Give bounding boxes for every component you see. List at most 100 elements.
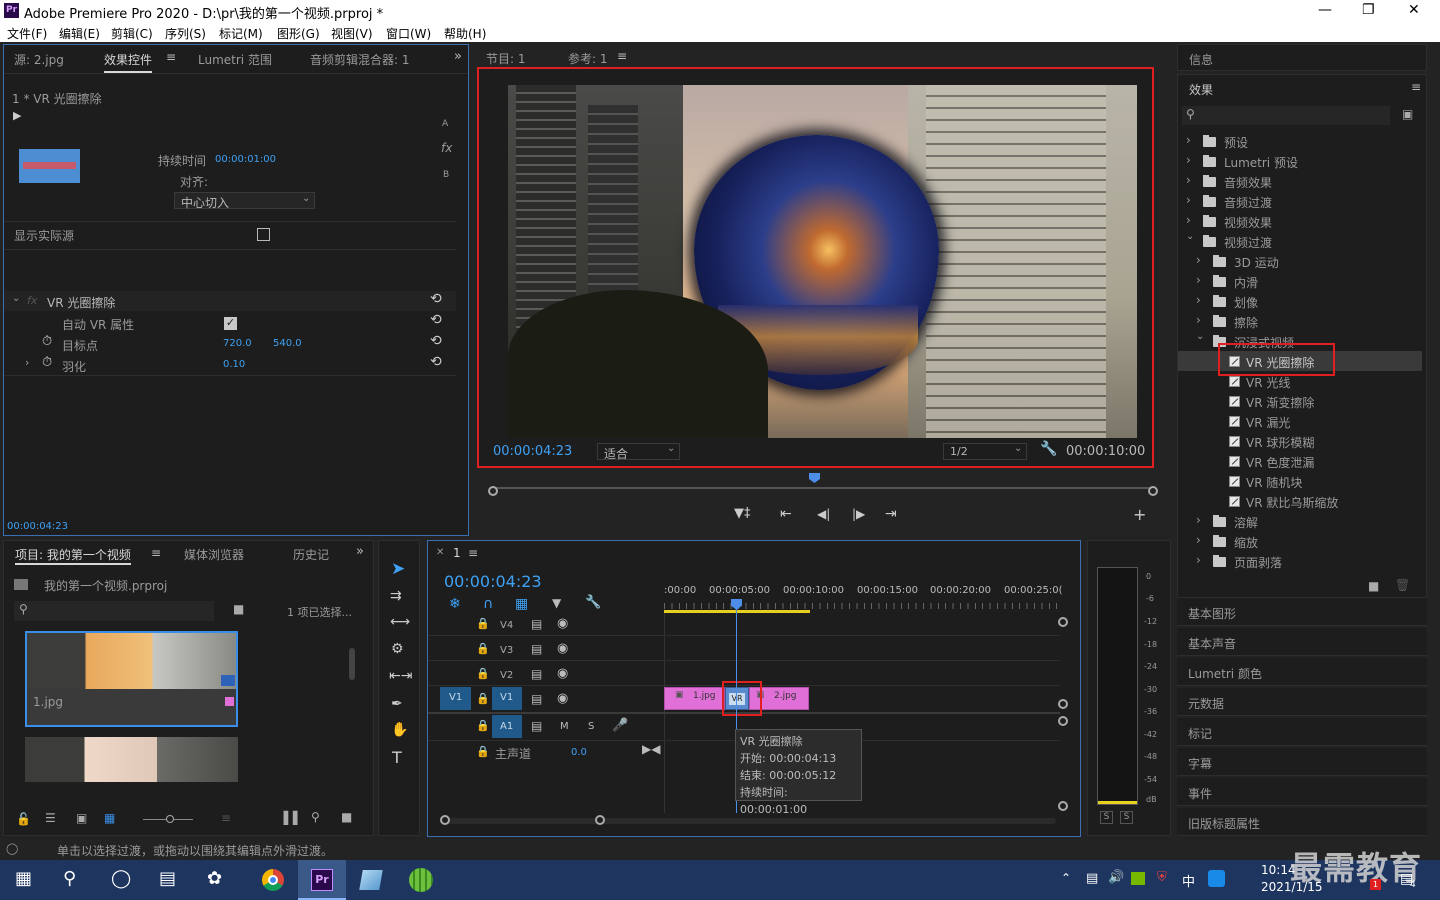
freeform-view-icon[interactable]: ▦ [104, 811, 115, 825]
effects-tree-item[interactable]: › 预设 [1178, 131, 1422, 151]
notepad-icon[interactable] [359, 870, 383, 890]
menu-help[interactable]: 帮助(H) [444, 25, 486, 42]
effects-tree-item[interactable]: › Lumetri 预设 [1178, 151, 1422, 171]
project-item-1[interactable]: 1.jpg [25, 631, 238, 727]
effects-tree-item[interactable]: VR 球形模糊 [1178, 431, 1422, 451]
sync-lock-icon[interactable]: ▤ [531, 642, 542, 656]
wrench-icon[interactable]: 🔧 [1040, 441, 1057, 457]
panel-section-tab[interactable]: 元数据 [1177, 688, 1427, 716]
accelerated-effects-icon[interactable]: ▣ [1402, 107, 1413, 121]
vertical-scroll-bottom[interactable] [1058, 699, 1068, 709]
solo-left-button[interactable]: S [1100, 811, 1113, 824]
tab-reference[interactable]: 参考: 1 [568, 50, 608, 67]
panel-menu-icon[interactable]: ≡ [1411, 80, 1421, 94]
project-item-2[interactable] [25, 737, 238, 782]
effects-tree-item[interactable]: ⌄ 视频过渡 [1178, 231, 1422, 251]
panel-section-tab[interactable]: 基本图形 [1177, 598, 1427, 626]
zoom-slider-handle[interactable] [166, 815, 174, 823]
sync-lock-icon[interactable]: ▤ [531, 692, 542, 706]
ime-indicator[interactable]: 中 [1182, 871, 1195, 890]
chevron-down-icon[interactable]: ⌄ [1186, 231, 1194, 242]
lock-icon[interactable]: 🔒 [476, 745, 490, 758]
sync-lock-icon[interactable]: ▤ [531, 617, 542, 631]
target-y-value[interactable]: 540.0 [273, 338, 302, 349]
tab-effect-controls[interactable]: 效果控件 [104, 51, 153, 73]
chevron-right-icon[interactable]: › [1196, 533, 1201, 547]
menu-graphics[interactable]: 图形(G) [277, 25, 320, 42]
minimize-button[interactable]: — [1318, 2, 1332, 18]
chevron-right-icon[interactable]: › [1196, 273, 1201, 287]
automate-icon[interactable]: ▐▐ [279, 811, 297, 825]
feather-value[interactable]: 0.10 [223, 359, 245, 370]
effects-tree-item[interactable]: VR 漏光 [1178, 411, 1422, 431]
add-marker-button[interactable]: ▼‡ [734, 506, 751, 521]
vertical-scroll-top[interactable] [1058, 617, 1068, 627]
security-icon[interactable]: ⛨ [1157, 870, 1167, 885]
reset-icon[interactable]: ⟲ [430, 354, 442, 370]
chevron-right-icon[interactable]: › [1196, 553, 1201, 567]
menu-marker[interactable]: 标记(M) [219, 25, 263, 42]
step-back-button[interactable]: ◀| [817, 507, 830, 521]
find-icon[interactable]: ⚲ [311, 810, 320, 824]
more-tabs-icon[interactable]: » [356, 544, 364, 559]
effects-tree-item[interactable]: › 溶解 [1178, 511, 1422, 531]
type-tool-icon[interactable]: T [392, 748, 402, 767]
premiere-taskbar-item[interactable]: Pr [298, 860, 346, 900]
lock-icon[interactable]: 🔓 [16, 812, 31, 826]
task-view-icon[interactable]: ▤ [159, 868, 176, 889]
sync-lock-icon[interactable]: ▤ [531, 719, 542, 733]
step-to-in-button[interactable]: ⇤ [780, 506, 792, 522]
eye-icon[interactable]: ◉ [557, 641, 568, 656]
panel-section-tab[interactable]: Lumetri 颜色 [1177, 658, 1427, 686]
effects-tree-item[interactable]: VR 默比乌斯缩放 [1178, 491, 1422, 511]
menu-window[interactable]: 窗口(W) [386, 25, 431, 42]
program-timecode[interactable]: 00:00:04:23 [493, 444, 572, 459]
add-marker-icon[interactable]: ▼ [552, 596, 561, 610]
reset-icon[interactable]: ⟲ [430, 312, 442, 328]
lock-icon[interactable]: 🔒 [476, 617, 490, 630]
solo-button[interactable]: S [588, 721, 594, 732]
chevron-right-icon[interactable]: › [1186, 153, 1191, 167]
pinwheel-app-icon[interactable]: ✿ [207, 868, 222, 889]
eye-icon[interactable]: ◉ [557, 616, 568, 631]
chevron-right-icon[interactable]: › [1196, 293, 1201, 307]
panel-section-tab[interactable]: 基本声音 [1177, 628, 1427, 656]
reset-icon[interactable]: ⟲ [430, 333, 442, 349]
show-actual-sources-checkbox[interactable] [257, 228, 270, 241]
effects-tree-item[interactable]: › 内滑 [1178, 271, 1422, 291]
program-scrub-start[interactable] [488, 486, 498, 496]
qq-icon[interactable] [1208, 870, 1225, 887]
track-select-tool-icon[interactable]: ⇉ [390, 588, 402, 604]
vertical-scroll-bottom[interactable] [1058, 801, 1068, 811]
go-to-end-icon[interactable]: ▶◀ [642, 742, 660, 756]
effects-tree-item[interactable]: › 页面剥落 [1178, 551, 1422, 571]
razor-tool-icon[interactable]: ⚙ [391, 641, 404, 657]
effects-tree-item[interactable]: › 视频效果 [1178, 211, 1422, 231]
reset-icon[interactable]: ⟲ [430, 291, 442, 307]
panel-menu-icon[interactable]: ≡ [151, 546, 161, 560]
tab-info[interactable]: 信息 [1189, 51, 1213, 68]
icon-view-icon[interactable]: ▣ [76, 811, 87, 825]
nvidia-icon[interactable] [1131, 872, 1145, 885]
menu-edit[interactable]: 编辑(E) [59, 25, 100, 42]
tab-media-browser[interactable]: 媒体浏览器 [184, 546, 244, 563]
snap-icon[interactable]: ∩ [483, 596, 493, 612]
delete-icon[interactable]: 🗑 [1395, 578, 1410, 592]
chevron-right-icon[interactable]: › [1196, 513, 1201, 527]
menu-view[interactable]: 视图(V) [331, 25, 373, 42]
menu-clip[interactable]: 剪辑(C) [111, 25, 153, 42]
sync-lock-icon[interactable]: ▤ [531, 667, 542, 681]
tab-history[interactable]: 历史记 [293, 546, 329, 563]
vertical-scroll-top[interactable] [1058, 716, 1068, 726]
hand-tool-icon[interactable]: ✋ [391, 722, 408, 738]
panel-section-tab[interactable]: 字幕 [1177, 748, 1427, 776]
cortana-icon[interactable]: ◯ [111, 868, 131, 889]
new-bin-icon[interactable]: ■ [341, 810, 352, 824]
master-volume-value[interactable]: 0.0 [571, 747, 587, 758]
chevron-down-icon[interactable]: ⌄ [12, 293, 20, 304]
effects-tree-item[interactable]: › 3D 运动 [1178, 251, 1422, 271]
menu-file[interactable]: 文件(F) [7, 25, 47, 42]
play-button[interactable]: |▶ [852, 507, 865, 521]
effects-tree-item[interactable]: VR 随机块 [1178, 471, 1422, 491]
new-custom-bin-icon[interactable]: ■ [1368, 579, 1379, 593]
